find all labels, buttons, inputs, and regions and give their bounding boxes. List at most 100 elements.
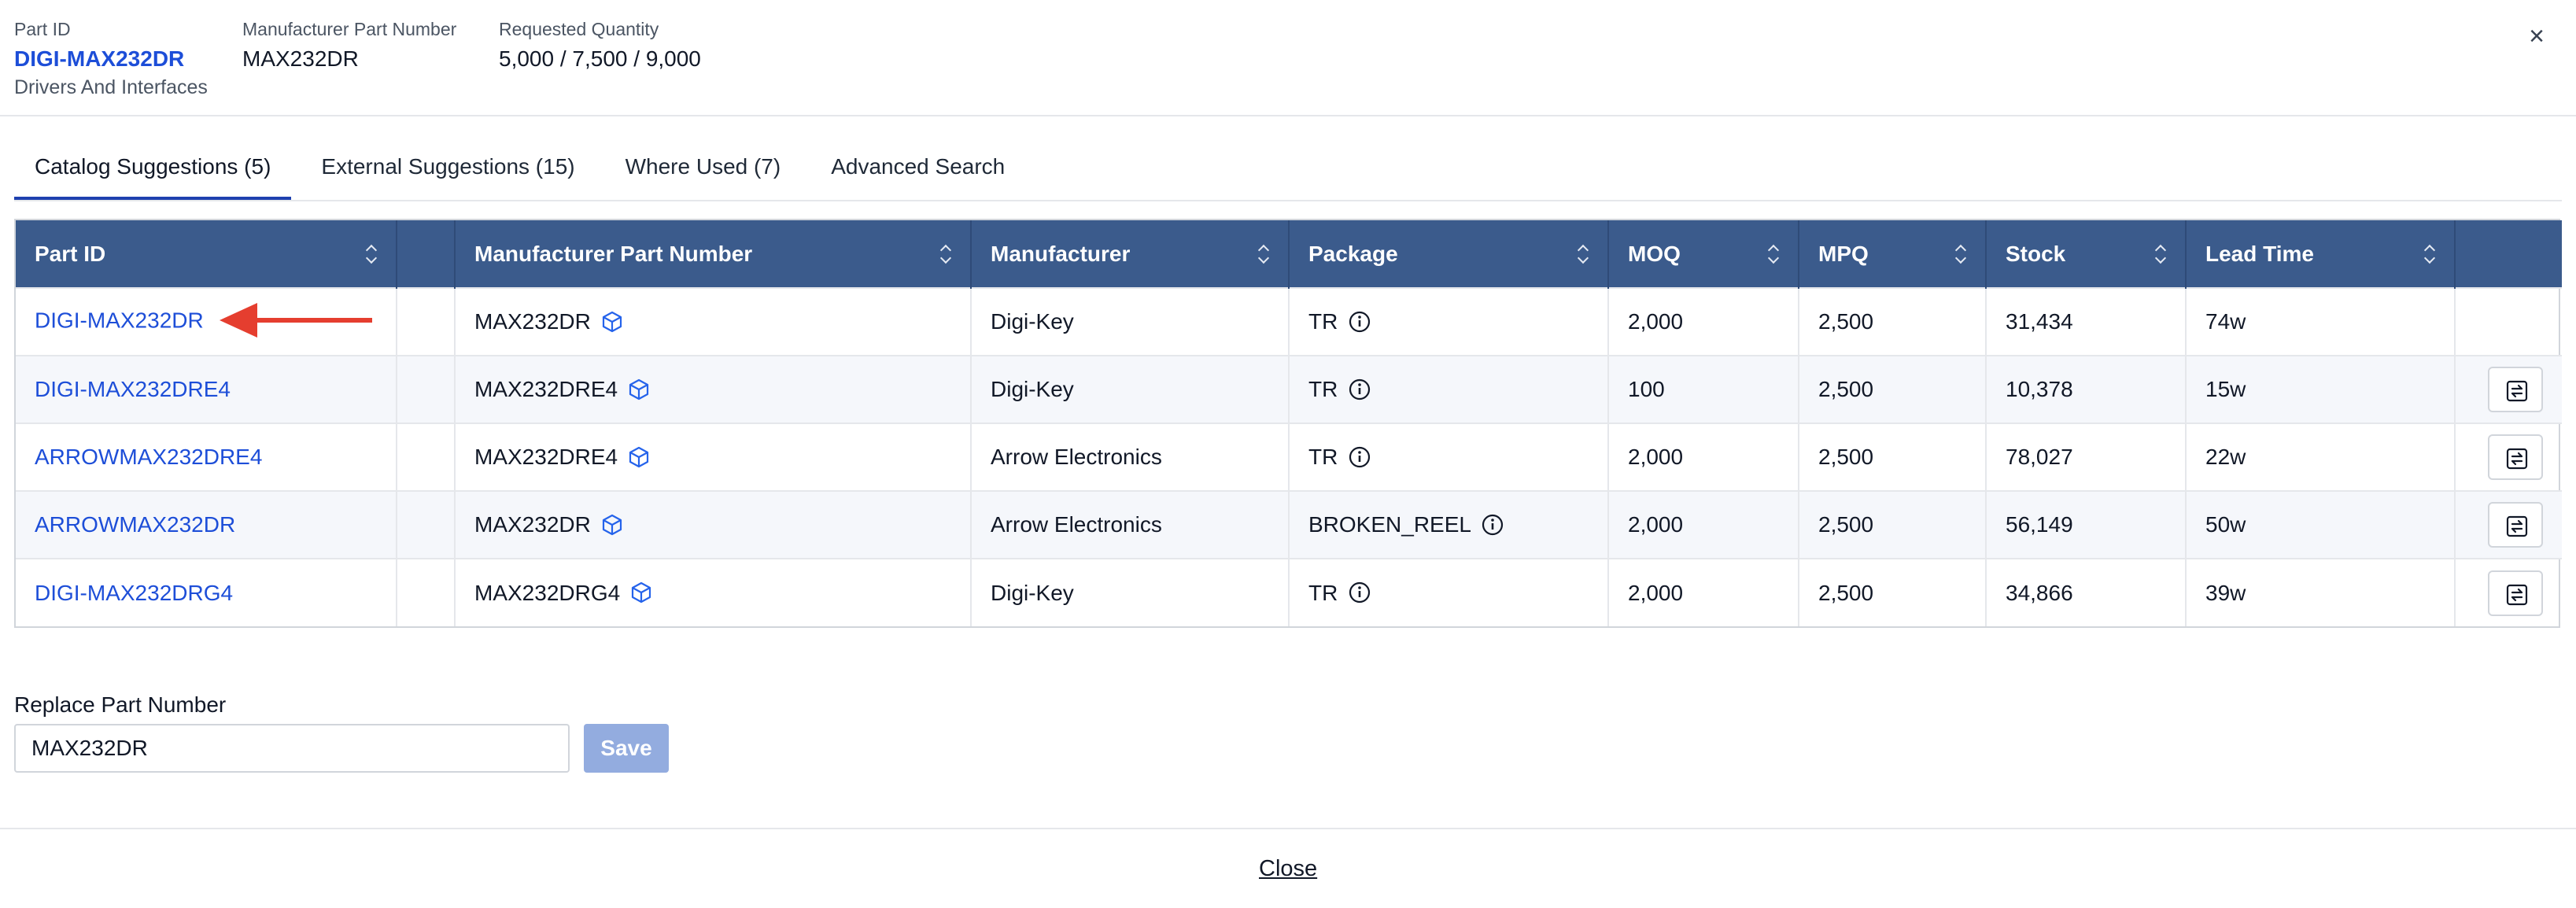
tab-advanced-search[interactable]: Advanced Search xyxy=(810,143,1025,200)
cell-mpq: 2,500 xyxy=(1799,490,1987,559)
mpn-text: MAX232DRE4 xyxy=(474,377,618,401)
table-row: DIGI-MAX232DR MAX232DR Digi-Key TR 2,000 xyxy=(16,287,2562,356)
table-header-row: Part ID Manufacturer Part Number Manufac… xyxy=(16,220,2562,288)
column-header-mpq[interactable]: MPQ xyxy=(1799,220,1987,288)
swap-icon xyxy=(2506,380,2528,402)
sort-icon[interactable] xyxy=(2155,244,2168,264)
column-header-blank xyxy=(397,220,456,288)
cell-mpq: 2,500 xyxy=(1799,355,1987,423)
cell-moq: 2,000 xyxy=(1608,287,1799,356)
cell-blank xyxy=(397,490,456,559)
part-id-link[interactable]: DIGI-MAX232DRE4 xyxy=(35,377,231,401)
info-icon[interactable] xyxy=(1349,311,1371,333)
part-id-link[interactable]: DIGI-MAX232DRG4 xyxy=(35,581,233,605)
column-header-label: Stock xyxy=(2006,241,2066,266)
suggestions-table: Part ID Manufacturer Part Number Manufac… xyxy=(14,219,2562,628)
close-button[interactable]: Close xyxy=(1259,856,1317,882)
column-header-mpn[interactable]: Manufacturer Part Number xyxy=(455,220,972,288)
cube-icon[interactable] xyxy=(629,446,649,468)
cell-actions xyxy=(2455,490,2562,559)
cube-icon[interactable] xyxy=(602,514,622,536)
info-icon[interactable] xyxy=(1349,446,1371,468)
close-icon[interactable]: × xyxy=(2521,20,2552,52)
cell-mpn: MAX232DRG4 xyxy=(455,558,972,626)
cell-blank xyxy=(397,355,456,423)
tab-catalog-suggestions[interactable]: Catalog Suggestions (5) xyxy=(14,143,292,200)
cell-lead-time: 39w xyxy=(2186,558,2456,626)
mpn-field: Manufacturer Part Number MAX232DR xyxy=(242,17,456,74)
swap-icon xyxy=(2506,515,2528,537)
mpn-value: MAX232DR xyxy=(242,46,359,71)
cell-package: TR xyxy=(1289,287,1609,356)
cell-package: TR xyxy=(1289,423,1609,491)
column-header-stock[interactable]: Stock xyxy=(1986,220,2187,288)
cube-icon[interactable] xyxy=(602,311,622,333)
replace-part-button[interactable] xyxy=(2488,502,2543,548)
mpn-text: MAX232DRG4 xyxy=(474,580,621,605)
cell-moq: 100 xyxy=(1608,355,1799,423)
cell-blank xyxy=(397,558,456,626)
replace-part-number-label: Replace Part Number xyxy=(14,692,227,717)
column-header-manufacturer[interactable]: Manufacturer xyxy=(971,220,1290,288)
part-id-field: Part ID DIGI-MAX232DR Drivers And Interf… xyxy=(14,17,208,101)
column-header-lead-time[interactable]: Lead Time xyxy=(2186,220,2456,288)
swap-icon xyxy=(2506,584,2528,605)
sort-icon[interactable] xyxy=(1578,244,1590,264)
cell-stock: 10,378 xyxy=(1986,355,2187,423)
cell-moq: 2,000 xyxy=(1608,558,1799,626)
cell-part-id: DIGI-MAX232DRG4 xyxy=(16,558,397,626)
replace-part-button[interactable] xyxy=(2488,434,2543,480)
info-icon[interactable] xyxy=(1349,581,1371,603)
save-button[interactable]: Save xyxy=(584,724,669,773)
mpn-text: MAX232DRE4 xyxy=(474,445,618,469)
cell-manufacturer: Arrow Electronics xyxy=(971,490,1290,559)
cell-actions xyxy=(2455,423,2562,491)
sort-icon[interactable] xyxy=(1955,244,1968,264)
sort-icon[interactable] xyxy=(940,244,953,264)
cube-icon[interactable] xyxy=(631,581,651,603)
requested-quantity-value: 5,000 / 7,500 / 9,000 xyxy=(499,46,701,71)
cell-mpq: 2,500 xyxy=(1799,423,1987,491)
requested-quantity-label: Requested Quantity xyxy=(499,19,659,39)
column-header-label: MOQ xyxy=(1628,241,1681,266)
info-icon[interactable] xyxy=(1349,378,1371,400)
cell-mpn: MAX232DRE4 xyxy=(455,355,972,423)
package-text: TR xyxy=(1308,309,1338,334)
part-header: Part ID DIGI-MAX232DR Drivers And Interf… xyxy=(0,0,2576,116)
tab-external-suggestions[interactable]: External Suggestions (15) xyxy=(301,143,595,200)
column-header-label: Package xyxy=(1308,241,1398,266)
swap-icon xyxy=(2506,448,2528,470)
part-id-link[interactable]: ARROWMAX232DR xyxy=(35,512,235,537)
cell-mpn: MAX232DRE4 xyxy=(455,423,972,491)
sort-icon[interactable] xyxy=(1258,244,1271,264)
table-row: DIGI-MAX232DRE4 MAX232DRE4 Digi-Key TR 1… xyxy=(16,355,2562,423)
cell-mpq: 2,500 xyxy=(1799,558,1987,626)
column-header-label: Lead Time xyxy=(2205,241,2314,266)
column-header-moq[interactable]: MOQ xyxy=(1608,220,1799,288)
cube-icon[interactable] xyxy=(629,378,649,400)
cell-mpn: MAX232DR xyxy=(455,490,972,559)
column-header-package[interactable]: Package xyxy=(1289,220,1609,288)
replace-part-button[interactable] xyxy=(2488,367,2543,412)
cell-package: TR xyxy=(1289,355,1609,423)
cell-manufacturer: Digi-Key xyxy=(971,287,1290,356)
table-row: DIGI-MAX232DRG4 MAX232DRG4 Digi-Key TR 2… xyxy=(16,558,2562,626)
part-id-link[interactable]: DIGI-MAX232DR xyxy=(35,308,204,332)
column-header-actions xyxy=(2455,220,2562,288)
mpn-text: MAX232DR xyxy=(474,512,591,537)
sort-icon[interactable] xyxy=(1768,244,1781,264)
info-icon[interactable] xyxy=(1482,514,1504,536)
part-id-link[interactable]: ARROWMAX232DRE4 xyxy=(35,445,262,469)
sort-icon[interactable] xyxy=(2424,244,2437,264)
part-id-value[interactable]: DIGI-MAX232DR xyxy=(14,44,208,74)
cell-moq: 2,000 xyxy=(1608,490,1799,559)
package-text: TR xyxy=(1308,377,1338,401)
column-header-part-id[interactable]: Part ID xyxy=(16,220,397,288)
replace-part-button[interactable] xyxy=(2488,570,2543,616)
part-id-label: Part ID xyxy=(14,19,71,39)
cell-stock: 31,434 xyxy=(1986,287,2187,356)
column-header-label: Manufacturer xyxy=(991,241,1131,266)
sort-icon[interactable] xyxy=(366,244,378,264)
replace-part-number-input[interactable] xyxy=(14,724,570,773)
tab-where-used[interactable]: Where Used (7) xyxy=(605,143,802,200)
